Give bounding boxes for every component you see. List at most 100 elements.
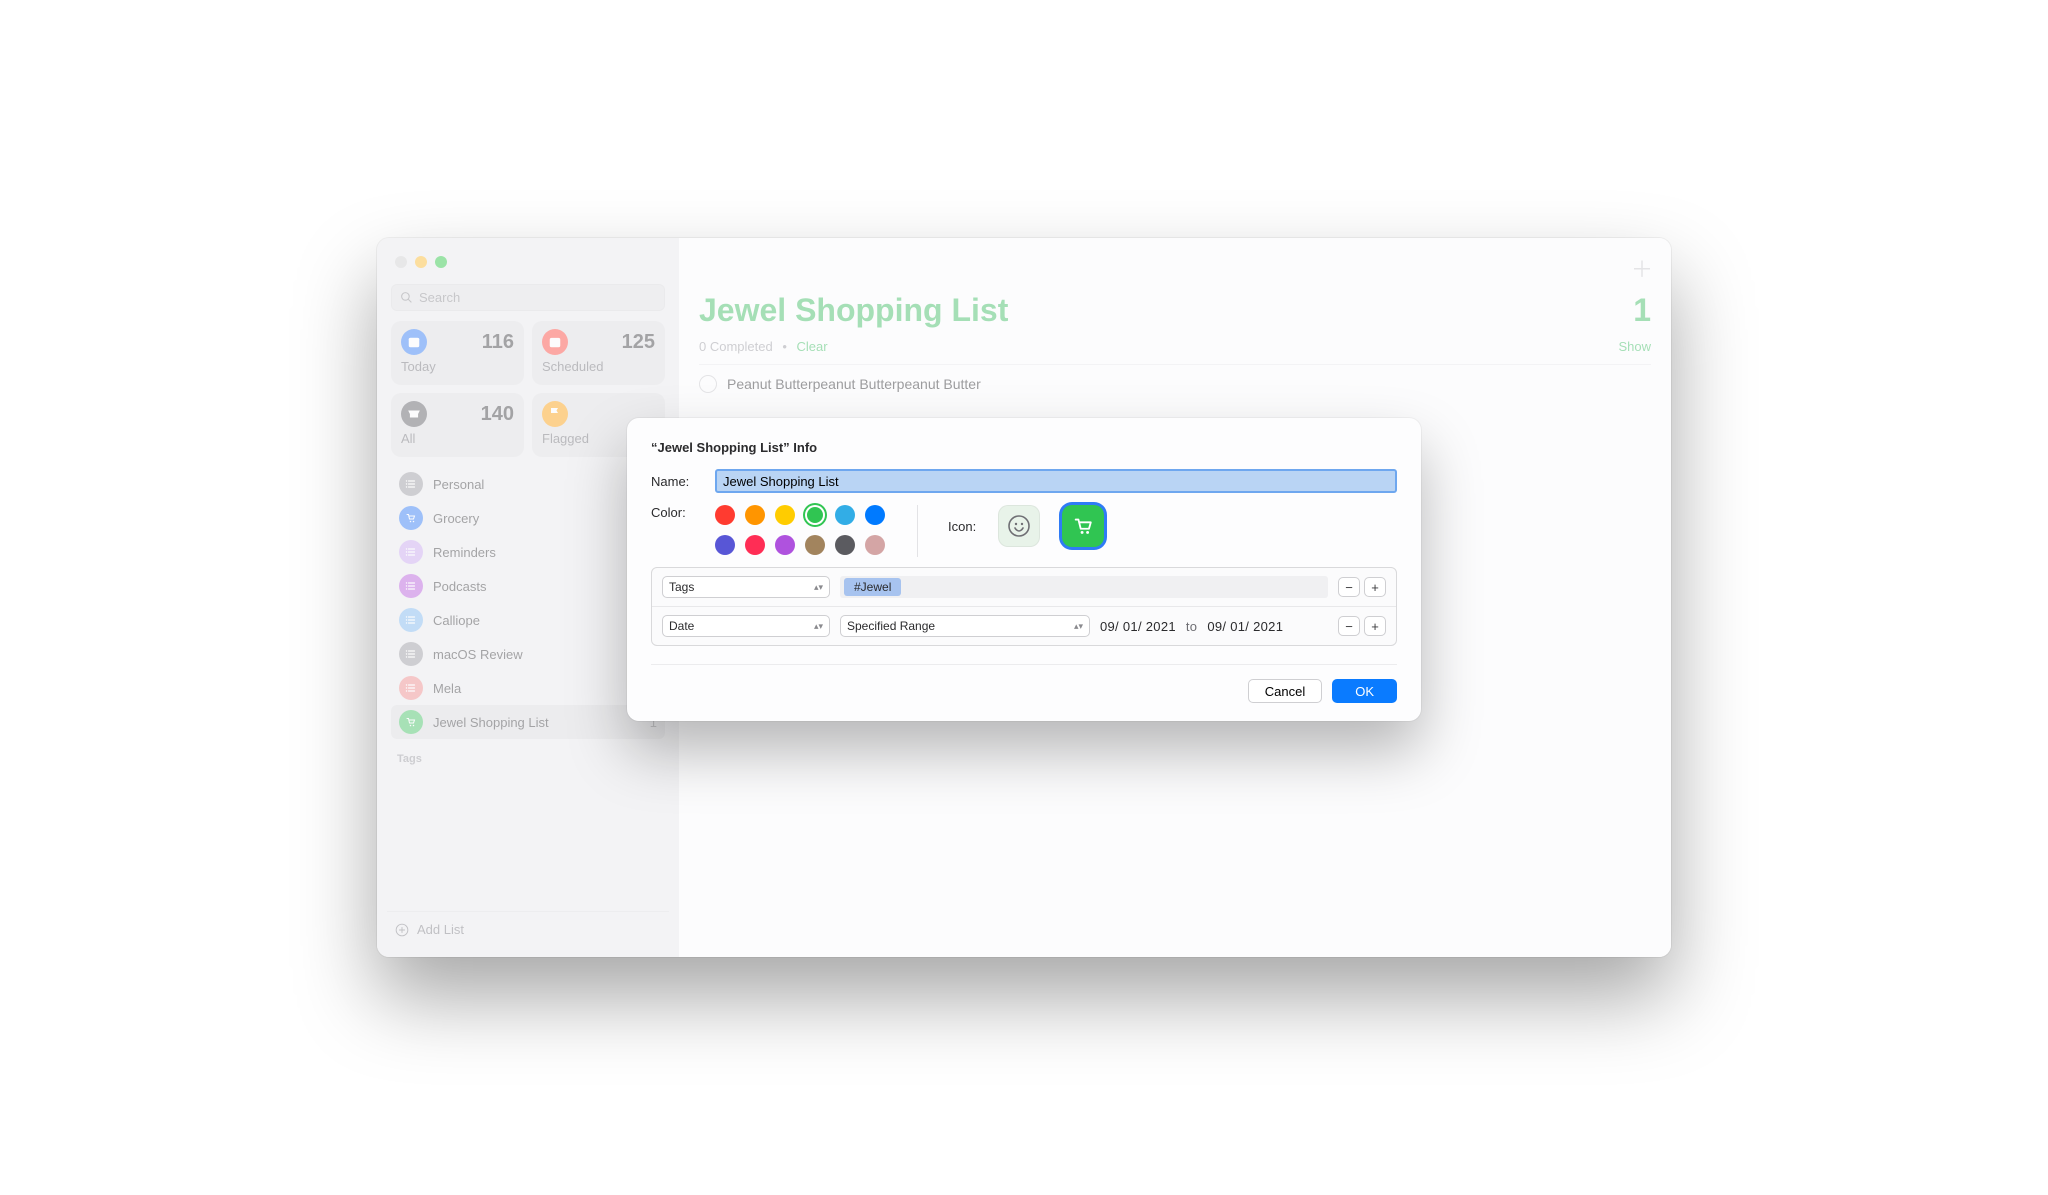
- color-swatch[interactable]: [805, 505, 825, 525]
- tile-scheduled-count: 125: [622, 331, 655, 354]
- smart-rules: Tags ▴▾ #Jewel − + Date ▴▾ Specified Ran…: [651, 567, 1397, 646]
- smiley-icon: [1007, 514, 1031, 538]
- tile-today-count: 116: [482, 331, 514, 354]
- app-window: Search 116 Today 125 Sched: [377, 238, 1671, 957]
- rule-field-select[interactable]: Date ▴▾: [662, 615, 830, 637]
- tags-section-label: Tags: [387, 739, 669, 769]
- search-placeholder: Search: [419, 290, 460, 305]
- color-swatch[interactable]: [775, 505, 795, 525]
- close-button[interactable]: [395, 256, 407, 268]
- cart-icon: [399, 710, 423, 734]
- calendar-icon: [542, 329, 568, 355]
- sidebar-list-item[interactable]: Podcasts: [391, 569, 665, 603]
- flag-icon: [542, 401, 568, 427]
- clear-button[interactable]: Clear: [797, 339, 828, 354]
- tile-all-count: 140: [481, 403, 514, 426]
- sidebar-list-label: Personal: [433, 477, 484, 492]
- list-icon: [399, 608, 423, 632]
- rule-add-button[interactable]: +: [1364, 577, 1386, 597]
- reminder-title: Peanut Butterpeanut Butterpeanut Butter: [727, 376, 981, 392]
- tile-today[interactable]: 116 Today: [391, 321, 524, 385]
- list-icon: [399, 676, 423, 700]
- rule-row-date: Date ▴▾ Specified Range ▴▾ 09/ 01/ 2021 …: [652, 606, 1396, 645]
- rule-add-button[interactable]: +: [1364, 616, 1386, 636]
- sidebar-list-item[interactable]: Jewel Shopping List1: [391, 705, 665, 739]
- sidebar-list-label: Grocery: [433, 511, 479, 526]
- sidebar-list-item[interactable]: Personal: [391, 467, 665, 501]
- tile-scheduled-label: Scheduled: [542, 359, 655, 374]
- search-input[interactable]: Search: [391, 284, 665, 311]
- ok-button[interactable]: OK: [1332, 679, 1397, 703]
- tray-icon: [401, 401, 427, 427]
- sidebar-list-item[interactable]: Calliope: [391, 603, 665, 637]
- name-field[interactable]: [715, 469, 1397, 493]
- color-label: Color:: [651, 505, 701, 520]
- show-button[interactable]: Show: [1618, 339, 1651, 354]
- sidebar-list-label: Podcasts: [433, 579, 486, 594]
- cart-icon: [1072, 515, 1094, 537]
- name-label: Name:: [651, 474, 701, 489]
- minimize-button[interactable]: [415, 256, 427, 268]
- rule-row-tags: Tags ▴▾ #Jewel − +: [652, 568, 1396, 606]
- sidebar-list-label: Jewel Shopping List: [433, 715, 549, 730]
- rule-remove-button[interactable]: −: [1338, 616, 1360, 636]
- sidebar-list-item[interactable]: macOS Review: [391, 637, 665, 671]
- list-title: Jewel Shopping List: [699, 292, 1008, 329]
- new-reminder-button[interactable]: ＋: [1631, 252, 1653, 284]
- tile-scheduled[interactable]: 125 Scheduled: [532, 321, 665, 385]
- sidebar-list-item[interactable]: Mela4: [391, 671, 665, 705]
- add-list-button[interactable]: Add List: [387, 911, 669, 947]
- cancel-button[interactable]: Cancel: [1248, 679, 1322, 703]
- color-grid: [715, 505, 887, 557]
- chevron-updown-icon: ▴▾: [814, 622, 823, 631]
- color-swatch[interactable]: [835, 505, 855, 525]
- date-to-label: to: [1186, 619, 1197, 634]
- color-swatch[interactable]: [865, 535, 885, 555]
- color-swatch[interactable]: [865, 505, 885, 525]
- color-swatch[interactable]: [835, 535, 855, 555]
- tile-all-label: All: [401, 431, 514, 446]
- sidebar-list-item[interactable]: Reminders: [391, 535, 665, 569]
- dialog-title: “Jewel Shopping List” Info: [651, 440, 1397, 455]
- cart-icon: [399, 506, 423, 530]
- list-icon: [399, 574, 423, 598]
- sidebar-list-item[interactable]: Grocery: [391, 501, 665, 535]
- icon-label: Icon:: [948, 519, 976, 534]
- date-to[interactable]: 09/ 01/ 2021: [1207, 619, 1283, 634]
- icon-option-cart[interactable]: [1062, 505, 1104, 547]
- completed-label: 0 Completed: [699, 339, 773, 354]
- chevron-updown-icon: ▴▾: [1074, 622, 1083, 631]
- rule-operator-select[interactable]: Specified Range ▴▾: [840, 615, 1090, 637]
- reminder-checkbox[interactable]: [699, 375, 717, 393]
- add-list-label: Add List: [417, 922, 464, 937]
- sidebar-list-label: Mela: [433, 681, 461, 696]
- sidebar-list-label: macOS Review: [433, 647, 523, 662]
- list-count: 1: [1633, 292, 1651, 329]
- color-swatch[interactable]: [745, 535, 765, 555]
- color-swatch[interactable]: [715, 535, 735, 555]
- search-icon: [400, 291, 413, 304]
- color-swatch[interactable]: [715, 505, 735, 525]
- tile-today-label: Today: [401, 359, 514, 374]
- reminder-item[interactable]: Peanut Butterpeanut Butterpeanut Butter: [699, 365, 1651, 403]
- calendar-today-icon: [401, 329, 427, 355]
- sidebar-list-label: Reminders: [433, 545, 496, 560]
- color-swatch[interactable]: [775, 535, 795, 555]
- rule-remove-button[interactable]: −: [1338, 577, 1360, 597]
- rule-tags-field[interactable]: #Jewel: [840, 576, 1328, 598]
- sidebar-list-label: Calliope: [433, 613, 480, 628]
- tile-all[interactable]: 140 All: [391, 393, 524, 457]
- rule-field-select[interactable]: Tags ▴▾: [662, 576, 830, 598]
- list-icon: [399, 540, 423, 564]
- color-swatch[interactable]: [745, 505, 765, 525]
- list-info-dialog: “Jewel Shopping List” Info Name: Color: …: [627, 418, 1421, 721]
- zoom-button[interactable]: [435, 256, 447, 268]
- color-swatch[interactable]: [805, 535, 825, 555]
- icon-option-emoji[interactable]: [998, 505, 1040, 547]
- list-icon: [399, 642, 423, 666]
- tag-token[interactable]: #Jewel: [844, 578, 901, 596]
- list-icon: [399, 472, 423, 496]
- date-from[interactable]: 09/ 01/ 2021: [1100, 619, 1176, 634]
- plus-circle-icon: [395, 923, 409, 937]
- window-controls: [395, 256, 447, 268]
